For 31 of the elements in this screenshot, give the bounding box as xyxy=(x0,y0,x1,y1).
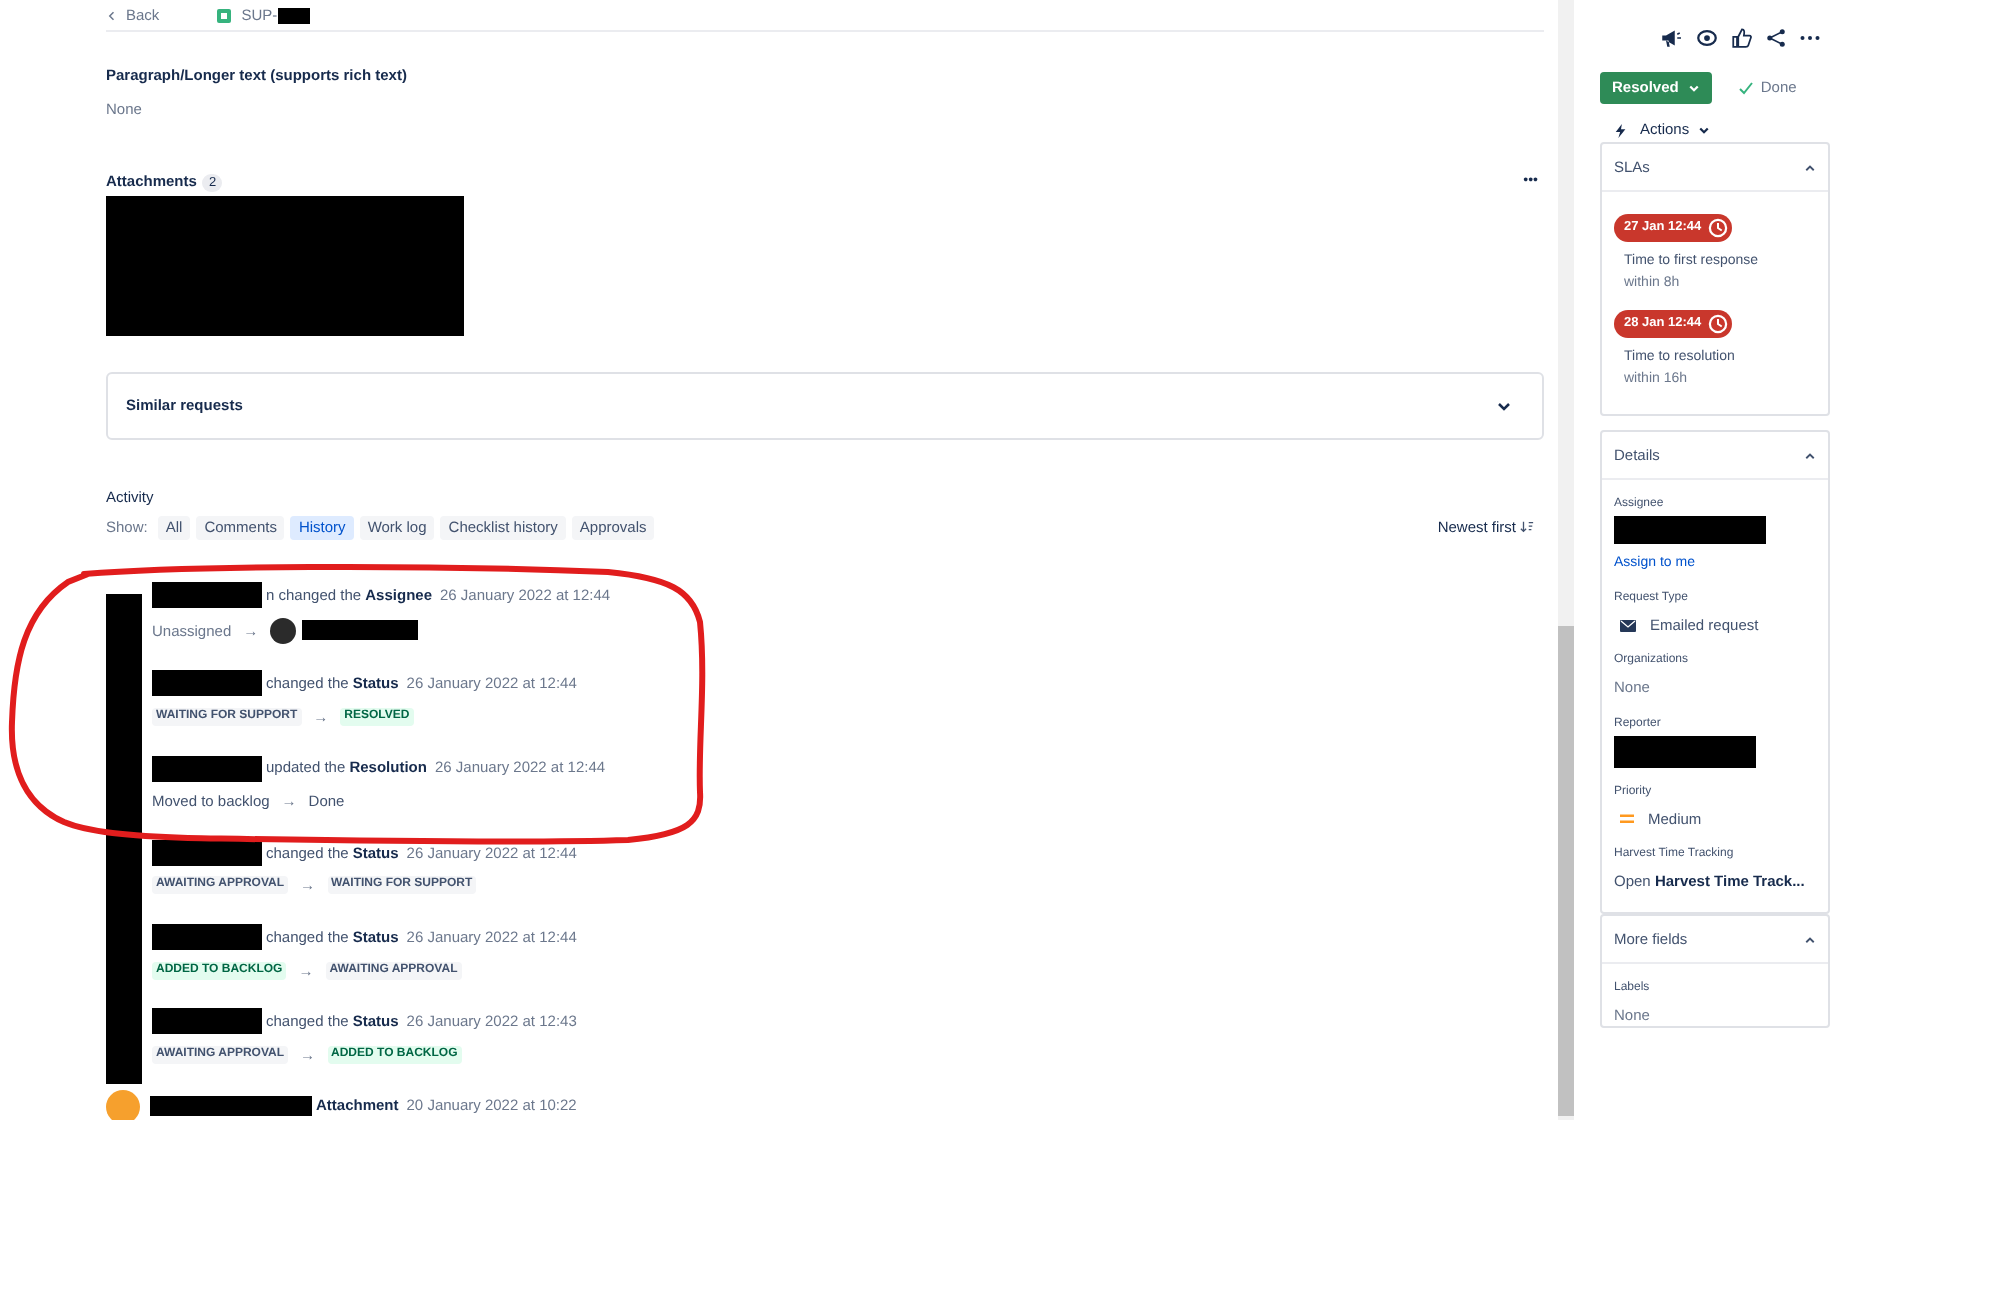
avatar xyxy=(106,1089,140,1120)
scrollbar[interactable] xyxy=(1558,0,1574,1120)
redaction-block xyxy=(152,755,262,781)
priority-medium-icon xyxy=(1620,813,1634,824)
megaphone-icon xyxy=(1660,28,1682,48)
redaction-block xyxy=(277,7,310,24)
eye-icon xyxy=(1696,28,1718,48)
issue-type-icon xyxy=(215,7,232,24)
envelope-icon xyxy=(1620,619,1636,632)
chevron-up-icon xyxy=(1804,933,1816,945)
share-icon xyxy=(1766,28,1786,48)
lightning-icon xyxy=(1614,121,1628,139)
redaction-block xyxy=(152,582,262,609)
chevron-down-icon xyxy=(1697,124,1710,136)
clock-icon xyxy=(1707,218,1728,238)
redaction-block xyxy=(152,924,262,950)
chevron-left-icon xyxy=(106,9,118,22)
avatar xyxy=(270,617,297,644)
redaction-block xyxy=(152,670,262,697)
chevron-up-icon xyxy=(1804,161,1816,173)
redaction-block xyxy=(1614,735,1756,767)
clock-icon xyxy=(1707,314,1728,334)
redaction-block xyxy=(302,620,419,641)
chevron-up-icon xyxy=(1804,449,1816,461)
chevron-down-icon xyxy=(1688,82,1701,94)
more-icon xyxy=(1800,34,1820,42)
sort-icon xyxy=(1520,520,1534,535)
thumbs-up-icon xyxy=(1732,28,1752,48)
scrollbar-thumb[interactable] xyxy=(1558,626,1574,1116)
redaction-block xyxy=(152,1008,262,1035)
check-icon xyxy=(1738,80,1755,96)
